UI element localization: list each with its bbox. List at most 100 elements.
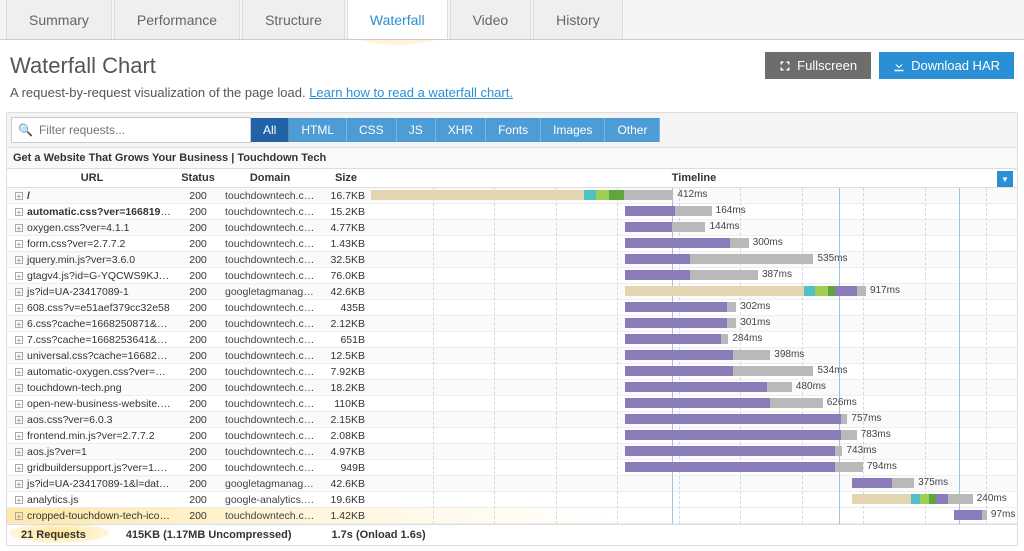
expand-icon[interactable]: +: [15, 256, 23, 264]
cell-url: +cropped-touchdown-tech-icon-3...: [7, 507, 177, 525]
summary-requests: 21 Requests: [21, 529, 86, 541]
expand-icon[interactable]: +: [15, 336, 23, 344]
bar-label: 535ms: [817, 253, 847, 264]
expand-icon[interactable]: +: [15, 192, 23, 200]
cell-timeline: 917ms: [371, 284, 1017, 299]
expand-icon[interactable]: +: [15, 224, 23, 232]
cell-timeline: 240ms: [371, 492, 1017, 507]
bar-label: 164ms: [716, 205, 746, 216]
fullscreen-button[interactable]: Fullscreen: [765, 52, 871, 79]
cell-timeline: 626ms: [371, 396, 1017, 411]
bar-label: 240ms: [977, 493, 1007, 504]
cell-domain: touchdowntech.com: [219, 507, 321, 525]
col-size[interactable]: Size: [321, 169, 371, 187]
expand-icon[interactable]: +: [15, 272, 23, 280]
table-header: URL Status Domain Size Timeline ▼: [7, 169, 1017, 188]
tab-history[interactable]: History: [533, 0, 623, 39]
tab-summary[interactable]: Summary: [6, 0, 112, 39]
footer-summary: 21 Requests 415KB (1.17MB Uncompressed) …: [6, 525, 1018, 546]
bar-label: 301ms: [740, 317, 770, 328]
col-status[interactable]: Status: [177, 169, 219, 187]
cell-timeline: 480ms: [371, 380, 1017, 395]
cell-timeline: 97ms: [371, 508, 1017, 523]
filter-other[interactable]: Other: [605, 118, 660, 142]
expand-icon[interactable]: +: [15, 400, 23, 408]
header-row: Waterfall Chart Fullscreen Download HAR: [0, 40, 1024, 85]
cell-timeline: 387ms: [371, 268, 1017, 283]
bar-label: 757ms: [851, 413, 881, 424]
cell-timeline: 794ms: [371, 460, 1017, 475]
highlight-marker: [334, 0, 461, 45]
summary-time: 1.7s (Onload 1.6s): [331, 529, 425, 541]
waterfall-table: Get a Website That Grows Your Business |…: [6, 148, 1018, 525]
bar-label: 534ms: [817, 365, 847, 376]
cell-timeline: 375ms: [371, 476, 1017, 491]
table-row[interactable]: +cropped-touchdown-tech-icon-3...200touc…: [7, 508, 1017, 524]
filter-css[interactable]: CSS: [347, 118, 397, 142]
bar-label: 300ms: [753, 237, 783, 248]
section-title: Get a Website That Grows Your Business |…: [7, 148, 1017, 169]
filter-xhr[interactable]: XHR: [436, 118, 486, 142]
expand-icon[interactable]: +: [15, 352, 23, 360]
expand-icon[interactable]: +: [15, 320, 23, 328]
cell-timeline: 783ms: [371, 428, 1017, 443]
bar-label: 626ms: [827, 397, 857, 408]
summary-bytes: 415KB (1.17MB Uncompressed): [126, 529, 292, 541]
cell-timeline: 144ms: [371, 220, 1017, 235]
tab-waterfall[interactable]: Waterfall: [347, 0, 448, 39]
filter-images[interactable]: Images: [541, 118, 605, 142]
learn-link[interactable]: Learn how to read a waterfall chart.: [309, 85, 513, 100]
filter-fonts[interactable]: Fonts: [486, 118, 541, 142]
filter-input[interactable]: [39, 118, 250, 142]
cell-timeline: 534ms: [371, 364, 1017, 379]
expand-icon[interactable]: +: [15, 416, 23, 424]
tab-video[interactable]: Video: [450, 0, 532, 39]
cell-timeline: 284ms: [371, 332, 1017, 347]
expand-icon[interactable]: +: [15, 208, 23, 216]
fullscreen-icon: [779, 60, 791, 72]
page-title: Waterfall Chart: [10, 53, 156, 79]
filter-html[interactable]: HTML: [289, 118, 347, 142]
col-url[interactable]: URL: [7, 169, 177, 187]
filter-all[interactable]: All: [251, 118, 289, 142]
timeline-options-dropdown[interactable]: ▼: [997, 171, 1013, 187]
expand-icon[interactable]: +: [15, 384, 23, 392]
bar-label: 302ms: [740, 301, 770, 312]
expand-icon[interactable]: +: [15, 368, 23, 376]
expand-icon[interactable]: +: [15, 288, 23, 296]
expand-icon[interactable]: +: [15, 496, 23, 504]
col-domain[interactable]: Domain: [219, 169, 321, 187]
bar-label: 480ms: [796, 381, 826, 392]
bar-label: 743ms: [846, 445, 876, 456]
search-icon: 🔍: [12, 123, 39, 137]
cell-timeline: 398ms: [371, 348, 1017, 363]
bar-label: 398ms: [774, 349, 804, 360]
bar-label: 97ms: [991, 509, 1015, 520]
cell-timeline: 412ms: [371, 188, 1017, 203]
cell-timeline: 743ms: [371, 444, 1017, 459]
expand-icon[interactable]: +: [15, 432, 23, 440]
bar-label: 144ms: [709, 221, 739, 232]
cell-status: 200: [177, 507, 219, 525]
cell-size: 1.42KB: [321, 507, 371, 525]
filter-buttons: AllHTMLCSSJSXHRFontsImagesOther: [251, 118, 660, 142]
expand-icon[interactable]: +: [15, 448, 23, 456]
cell-timeline: 302ms: [371, 300, 1017, 315]
expand-icon[interactable]: +: [15, 512, 23, 520]
cell-timeline: 300ms: [371, 236, 1017, 251]
bar-label: 794ms: [867, 461, 897, 472]
filter-js[interactable]: JS: [397, 118, 436, 142]
nav-tabs: SummaryPerformanceStructureWaterfallVide…: [0, 0, 1024, 40]
bar-label: 917ms: [870, 285, 900, 296]
tab-performance[interactable]: Performance: [114, 0, 240, 39]
download-har-button[interactable]: Download HAR: [879, 52, 1014, 79]
tab-structure[interactable]: Structure: [242, 0, 345, 39]
col-timeline[interactable]: Timeline ▼: [371, 169, 1017, 187]
expand-icon[interactable]: +: [15, 240, 23, 248]
expand-icon[interactable]: +: [15, 464, 23, 472]
download-icon: [893, 60, 905, 72]
expand-icon[interactable]: +: [15, 304, 23, 312]
cell-timeline: 164ms: [371, 204, 1017, 219]
bar-label: 375ms: [918, 477, 948, 488]
expand-icon[interactable]: +: [15, 480, 23, 488]
